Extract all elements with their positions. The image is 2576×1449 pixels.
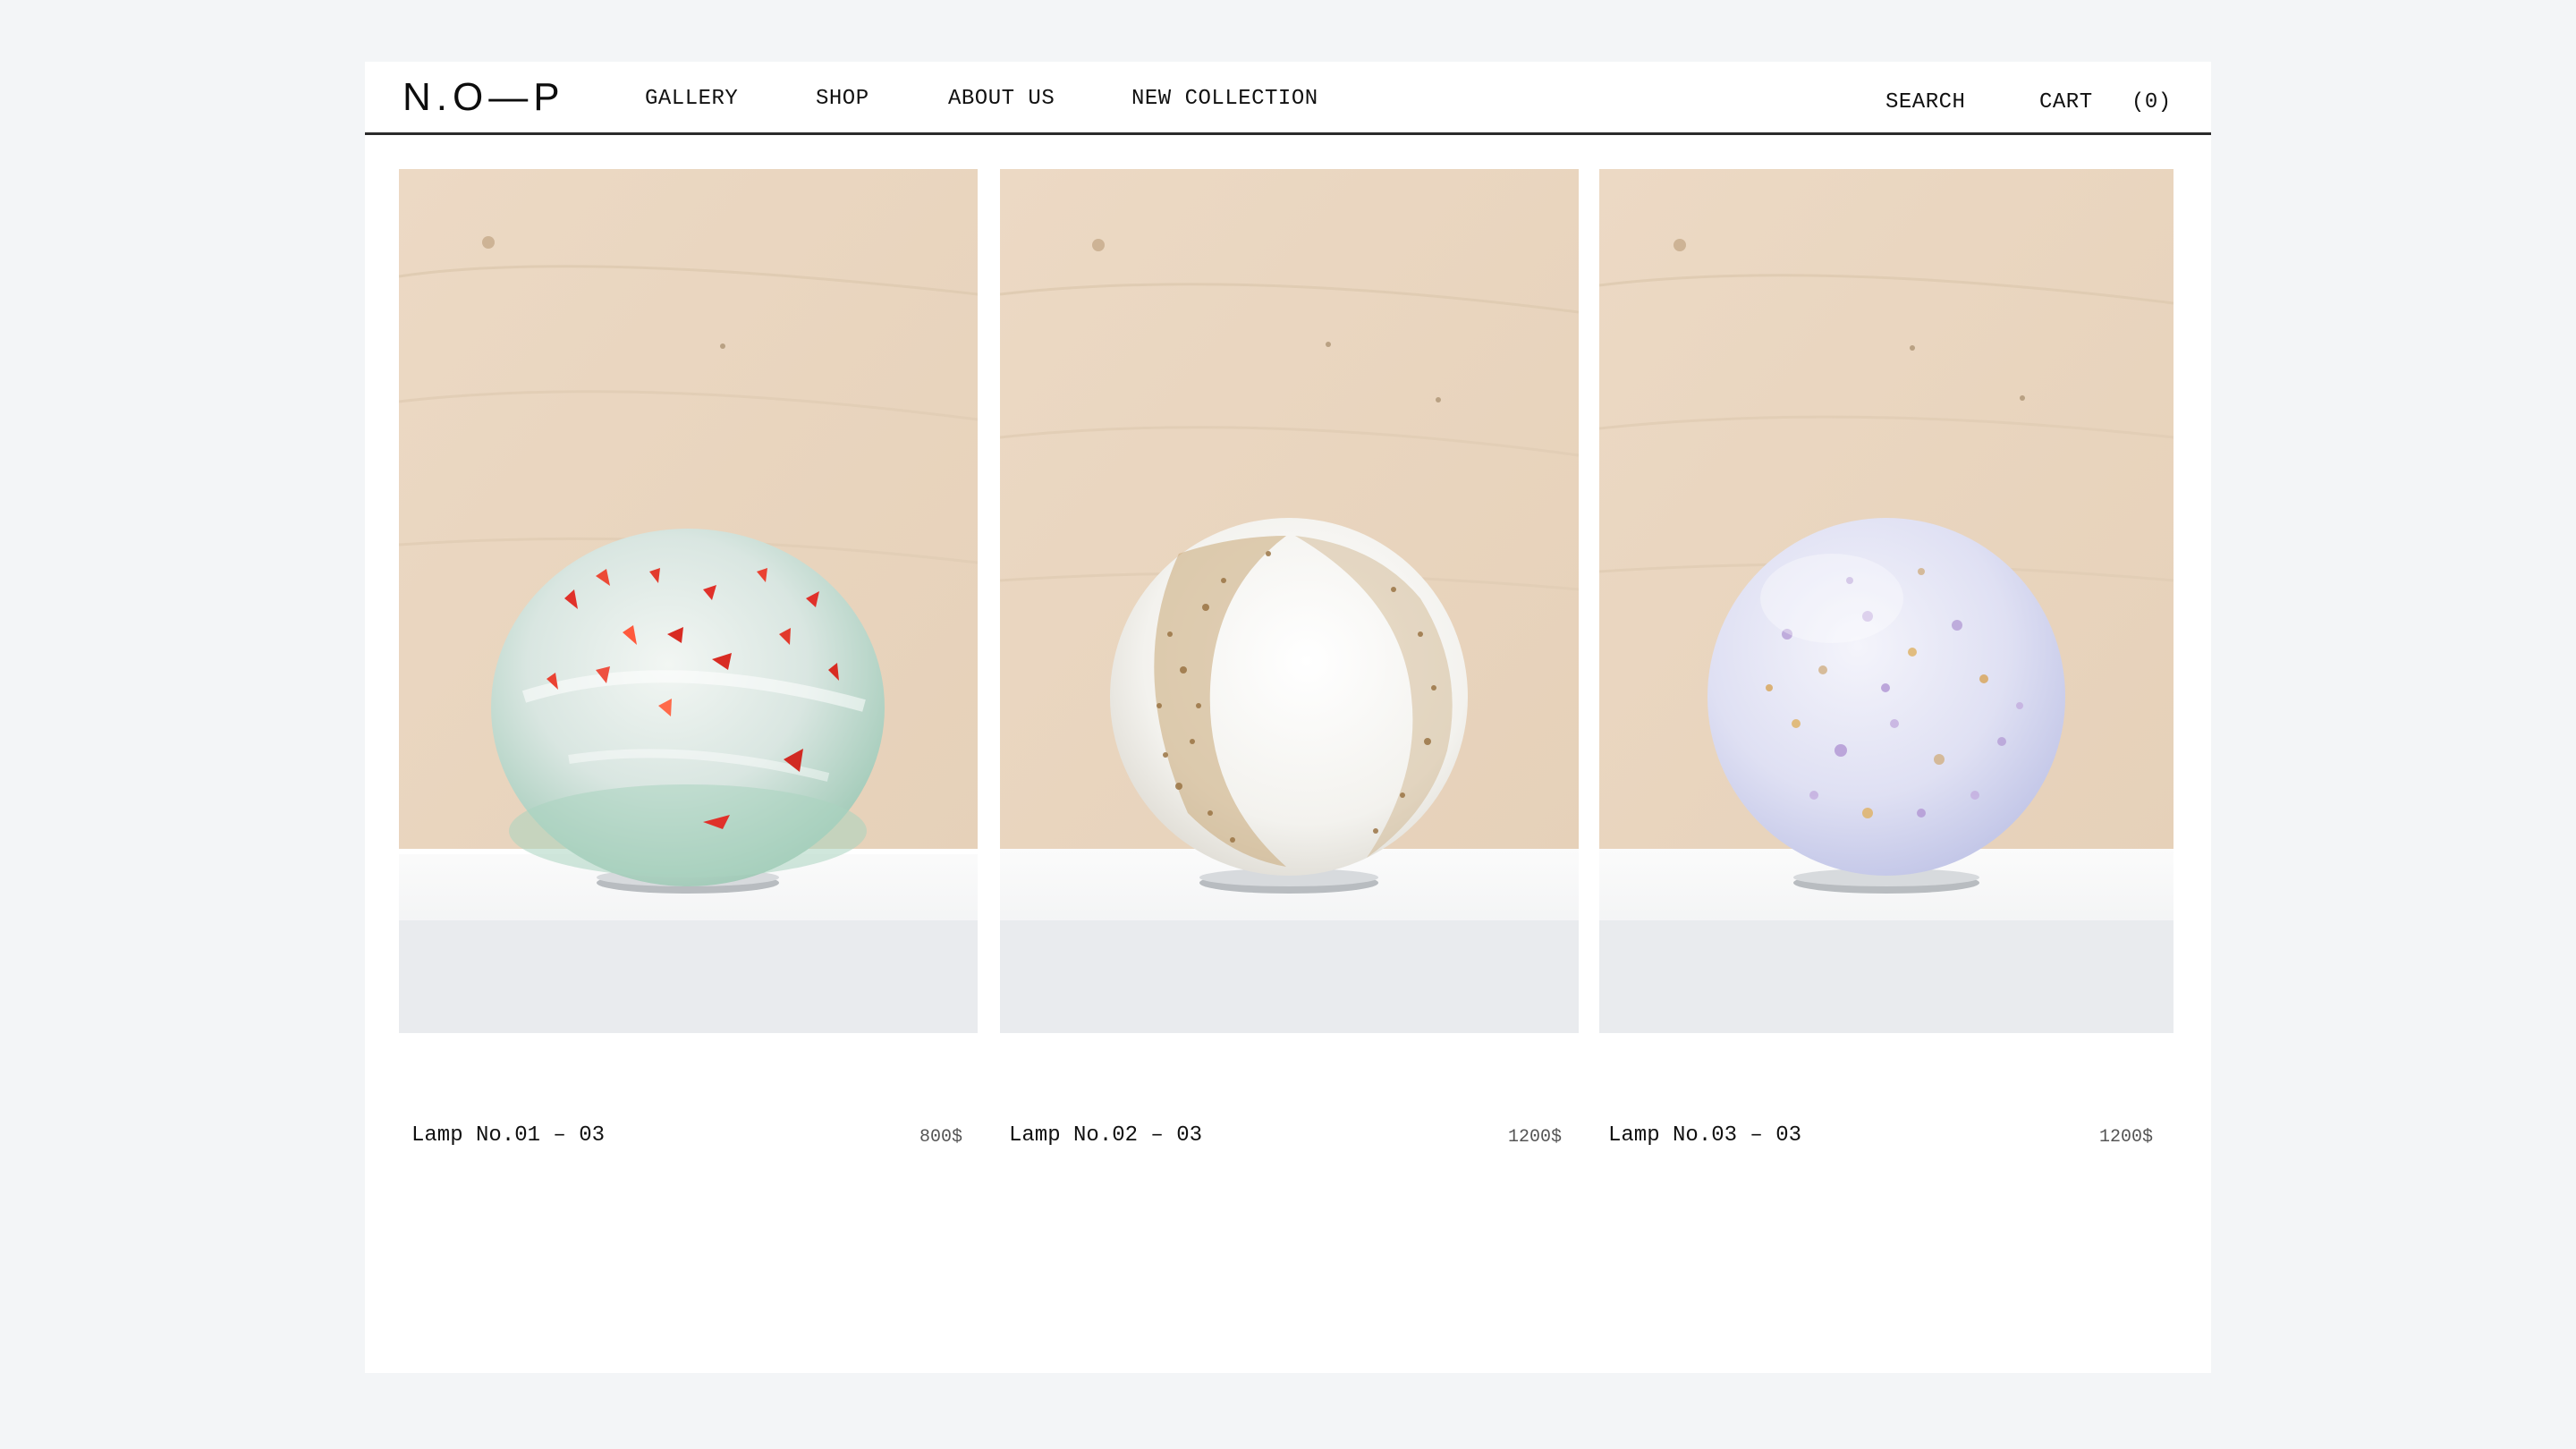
- product-price-lamp-03: 1200$: [2099, 1127, 2154, 1148]
- brand-logo[interactable]: N.O—P: [402, 78, 565, 117]
- lilac-glass-lamp-image: [1599, 169, 2174, 1033]
- cart-link[interactable]: CART: [2039, 92, 2093, 114]
- cart-count[interactable]: (0): [2131, 92, 2172, 114]
- product-image-lamp-02[interactable]: [1000, 169, 1579, 1033]
- nav-shop-link[interactable]: SHOP: [816, 89, 869, 110]
- nav-new-collection-link[interactable]: NEW COLLECTION: [1131, 89, 1318, 110]
- site-header: N.O—P GALLERY SHOP ABOUT US NEW COLLECTI…: [365, 62, 2211, 135]
- store-page: N.O—P GALLERY SHOP ABOUT US NEW COLLECTI…: [365, 62, 2211, 1373]
- nav-gallery-link[interactable]: GALLERY: [645, 89, 738, 110]
- product-image-lamp-01[interactable]: [399, 169, 978, 1033]
- nav-about-us-link[interactable]: ABOUT US: [948, 89, 1055, 110]
- product-price-lamp-01: 800$: [919, 1127, 963, 1148]
- product-image-lamp-03[interactable]: [1599, 169, 2174, 1033]
- green-glass-lamp-image: [399, 169, 978, 1033]
- product-name-lamp-01[interactable]: Lamp No.01 – 03: [411, 1125, 605, 1147]
- white-glass-lamp-image: [1000, 169, 1579, 1033]
- search-link[interactable]: SEARCH: [1885, 92, 1965, 114]
- product-price-lamp-02: 1200$: [1508, 1127, 1563, 1148]
- product-name-lamp-02[interactable]: Lamp No.02 – 03: [1009, 1125, 1202, 1147]
- product-name-lamp-03[interactable]: Lamp No.03 – 03: [1608, 1125, 1801, 1147]
